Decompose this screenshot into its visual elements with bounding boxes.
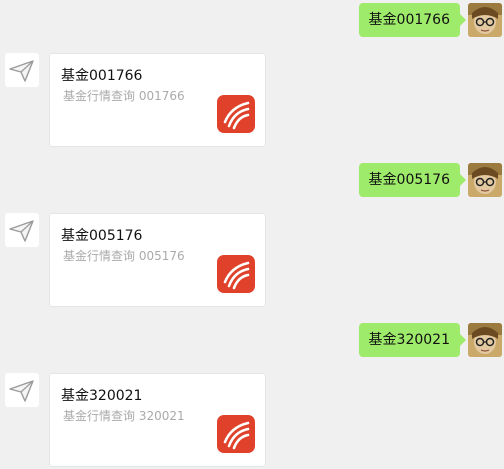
fund-app-logo-icon [217, 255, 255, 293]
card-description: 基金行情查询 320021 [63, 409, 185, 423]
user-avatar[interactable] [468, 163, 502, 197]
fund-app-logo-icon [217, 415, 255, 453]
user-avatar[interactable] [468, 3, 502, 37]
fund-card[interactable]: 基金005176 基金行情查询 005176 [49, 213, 266, 307]
bot-avatar[interactable] [5, 213, 39, 247]
bot-avatar[interactable] [5, 373, 39, 407]
sent-message-bubble[interactable]: 基金005176 [358, 163, 467, 197]
user-avatar-photo-icon [468, 323, 502, 357]
card-title: 基金320021 [61, 388, 143, 404]
card-description: 基金行情查询 001766 [63, 89, 185, 103]
bot-avatar[interactable] [5, 53, 39, 87]
user-avatar[interactable] [468, 323, 502, 357]
paper-plane-icon [5, 53, 39, 87]
card-title: 基金001766 [61, 68, 143, 84]
sent-message-bubble[interactable]: 基金320021 [358, 323, 467, 357]
card-description: 基金行情查询 005176 [63, 249, 185, 263]
paper-plane-icon [5, 213, 39, 247]
card-title: 基金005176 [61, 228, 143, 244]
user-avatar-photo-icon [468, 163, 502, 197]
fund-card[interactable]: 基金001766 基金行情查询 001766 [49, 53, 266, 147]
user-avatar-photo-icon [468, 3, 502, 37]
sent-message-bubble[interactable]: 基金001766 [358, 3, 467, 37]
fund-app-logo-icon [217, 95, 255, 133]
fund-card[interactable]: 基金320021 基金行情查询 320021 [49, 373, 266, 467]
paper-plane-icon [5, 373, 39, 407]
